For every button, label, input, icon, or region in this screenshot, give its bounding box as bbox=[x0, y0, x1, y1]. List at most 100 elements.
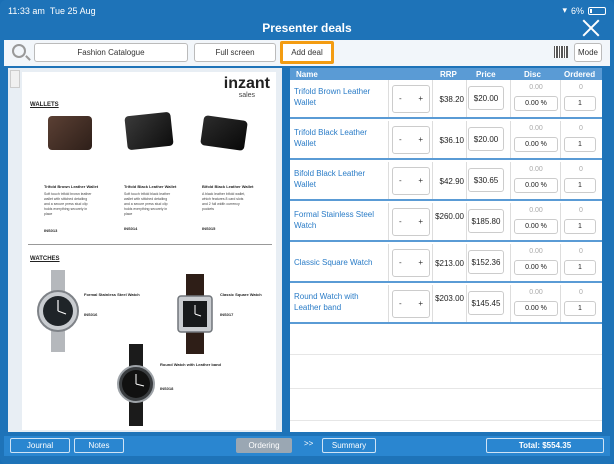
rrp-value: $213.00 bbox=[435, 259, 464, 268]
rrp-value: $38.20 bbox=[439, 95, 464, 104]
price-field[interactable]: $30.65 bbox=[468, 168, 504, 192]
empty-row-line bbox=[290, 354, 602, 355]
product-name-link[interactable]: Round Watch with Leather band bbox=[294, 291, 380, 313]
plus-button[interactable]: + bbox=[418, 299, 423, 308]
barcode-icon[interactable] bbox=[554, 46, 568, 58]
plus-button[interactable]: + bbox=[418, 135, 423, 144]
table-row[interactable]: Trifold Black Leather Wallet - + $36.10 $… bbox=[290, 121, 602, 160]
battery-icon bbox=[588, 6, 606, 15]
status-right: ▾ 6% bbox=[562, 5, 606, 16]
wallet-name-1: Trifold Brown Leather Wallet bbox=[44, 184, 99, 189]
status-time: 11:33 am Tue 25 Aug bbox=[8, 6, 96, 16]
product-name-link[interactable]: Classic Square Watch bbox=[294, 257, 380, 268]
table-row[interactable]: Bifold Black Leather Wallet - + $42.90 $3… bbox=[290, 162, 602, 201]
quantity-stepper[interactable]: - + bbox=[392, 290, 430, 318]
plus-button[interactable]: + bbox=[418, 176, 423, 185]
product-name-link[interactable]: Trifold Black Leather Wallet bbox=[294, 127, 380, 149]
table-row[interactable]: Classic Square Watch - + $213.00 $152.36 … bbox=[290, 244, 602, 283]
disc-field[interactable]: 0.00 % bbox=[514, 178, 558, 193]
disc-amount: 0.00 bbox=[529, 248, 543, 255]
minus-button[interactable]: - bbox=[399, 258, 402, 267]
quantity-stepper[interactable]: - + bbox=[392, 167, 430, 195]
ordered-field[interactable]: 1 bbox=[564, 178, 596, 193]
plus-button[interactable]: + bbox=[418, 94, 423, 103]
quantity-stepper[interactable]: - + bbox=[392, 126, 430, 154]
price-field[interactable]: $20.00 bbox=[468, 127, 504, 151]
table-row[interactable]: Round Watch with Leather band - + $203.00… bbox=[290, 285, 602, 324]
rrp-value: $36.10 bbox=[439, 136, 464, 145]
disc-amount: 0.00 bbox=[529, 289, 543, 296]
close-icon[interactable] bbox=[582, 18, 600, 36]
summary-tab[interactable]: Summary bbox=[322, 438, 376, 453]
minus-button[interactable]: - bbox=[399, 176, 402, 185]
table-row[interactable]: Formal Stainless Steel Watch - + $260.00 … bbox=[290, 203, 602, 242]
empty-row-line bbox=[290, 388, 602, 389]
watch-square-image[interactable] bbox=[174, 274, 216, 354]
plus-button[interactable]: + bbox=[418, 217, 423, 226]
quantity-stepper[interactable]: - + bbox=[392, 85, 430, 113]
mode-button[interactable]: Mode bbox=[574, 43, 602, 62]
ordered-field[interactable]: 1 bbox=[564, 301, 596, 316]
search-icon[interactable] bbox=[12, 44, 26, 58]
thumbnails-icon[interactable] bbox=[10, 70, 20, 88]
disc-amount: 0.00 bbox=[529, 84, 543, 91]
watch-code-3: INS018 bbox=[160, 386, 174, 391]
watch-steel-image[interactable] bbox=[34, 270, 82, 352]
wallet-code-1: INS013 bbox=[44, 228, 58, 233]
disc-amount: 0.00 bbox=[529, 125, 543, 132]
quantity-stepper[interactable]: - + bbox=[392, 208, 430, 236]
page-title: Presenter deals bbox=[262, 21, 352, 35]
disc-amount: 0.00 bbox=[529, 207, 543, 214]
plus-button[interactable]: + bbox=[418, 258, 423, 267]
price-field[interactable]: $185.80 bbox=[468, 209, 504, 233]
ordering-tab[interactable]: Ordering bbox=[236, 438, 292, 453]
price-field[interactable]: $152.36 bbox=[468, 250, 504, 274]
minus-button[interactable]: - bbox=[399, 299, 402, 308]
rrp-value: $260.00 bbox=[435, 212, 464, 221]
product-name-link[interactable]: Formal Stainless Steel Watch bbox=[294, 209, 380, 231]
table-header: Name RRP Price Disc Ordered bbox=[290, 68, 602, 80]
catalogue-button[interactable]: Fashion Catalogue bbox=[34, 43, 188, 62]
disc-field[interactable]: 0.00 % bbox=[514, 219, 558, 234]
watch-name-3: Round Watch with Leather band bbox=[160, 362, 221, 367]
app-window: 11:33 am Tue 25 Aug ▾ 6% Presenter deals… bbox=[0, 0, 614, 464]
quantity-stepper[interactable]: - + bbox=[392, 249, 430, 277]
disc-field[interactable]: 0.00 % bbox=[514, 96, 558, 111]
price-field[interactable]: $145.45 bbox=[468, 291, 504, 315]
col-ordered: Ordered bbox=[564, 70, 596, 79]
product-name-link[interactable]: Bifold Black Leather Wallet bbox=[294, 168, 380, 190]
ordered-small: 0 bbox=[579, 289, 583, 296]
notes-button[interactable]: Notes bbox=[74, 438, 124, 453]
disc-field[interactable]: 0.00 % bbox=[514, 260, 558, 275]
toolbar: Fashion Catalogue Full screen Add deal M… bbox=[4, 40, 610, 66]
ordered-small: 0 bbox=[579, 166, 583, 173]
price-field[interactable]: $20.00 bbox=[468, 86, 504, 110]
journal-button[interactable]: Journal bbox=[10, 438, 70, 453]
ordered-field[interactable]: 1 bbox=[564, 96, 596, 111]
ordered-field[interactable]: 1 bbox=[564, 137, 596, 152]
product-name-link[interactable]: Trifold Brown Leather Wallet bbox=[294, 86, 380, 108]
watch-name-2: Classic Square Watch bbox=[220, 292, 262, 297]
bottom-bar: Journal Notes Ordering >> Summary Total:… bbox=[4, 436, 610, 456]
ordered-field[interactable]: 1 bbox=[564, 219, 596, 234]
disc-field[interactable]: 0.00 % bbox=[514, 301, 558, 316]
catalogue-viewer[interactable]: inzant sales WALLETS Trifold Brown Leath… bbox=[8, 68, 282, 432]
minus-button[interactable]: - bbox=[399, 94, 402, 103]
wallet-brown-image[interactable] bbox=[48, 116, 92, 150]
ordered-small: 0 bbox=[579, 207, 583, 214]
watch-round-image[interactable] bbox=[114, 344, 158, 426]
chevron-right-icon: >> bbox=[304, 439, 314, 448]
add-deal-button[interactable]: Add deal bbox=[280, 41, 334, 64]
wallet-bifold-image[interactable] bbox=[200, 115, 248, 151]
disc-field[interactable]: 0.00 % bbox=[514, 137, 558, 152]
table-row[interactable]: Trifold Brown Leather Wallet - + $38.20 $… bbox=[290, 80, 602, 119]
watches-heading: WATCHES bbox=[30, 256, 60, 262]
ordered-field[interactable]: 1 bbox=[564, 260, 596, 275]
minus-button[interactable]: - bbox=[399, 135, 402, 144]
fullscreen-button[interactable]: Full screen bbox=[194, 43, 276, 62]
minus-button[interactable]: - bbox=[399, 217, 402, 226]
ordered-small: 0 bbox=[579, 84, 583, 91]
wallet-black-image[interactable] bbox=[124, 111, 174, 151]
wallet-desc-3: A black leather bifold wallet, which fea… bbox=[202, 192, 246, 211]
col-rrp: RRP bbox=[440, 70, 457, 79]
